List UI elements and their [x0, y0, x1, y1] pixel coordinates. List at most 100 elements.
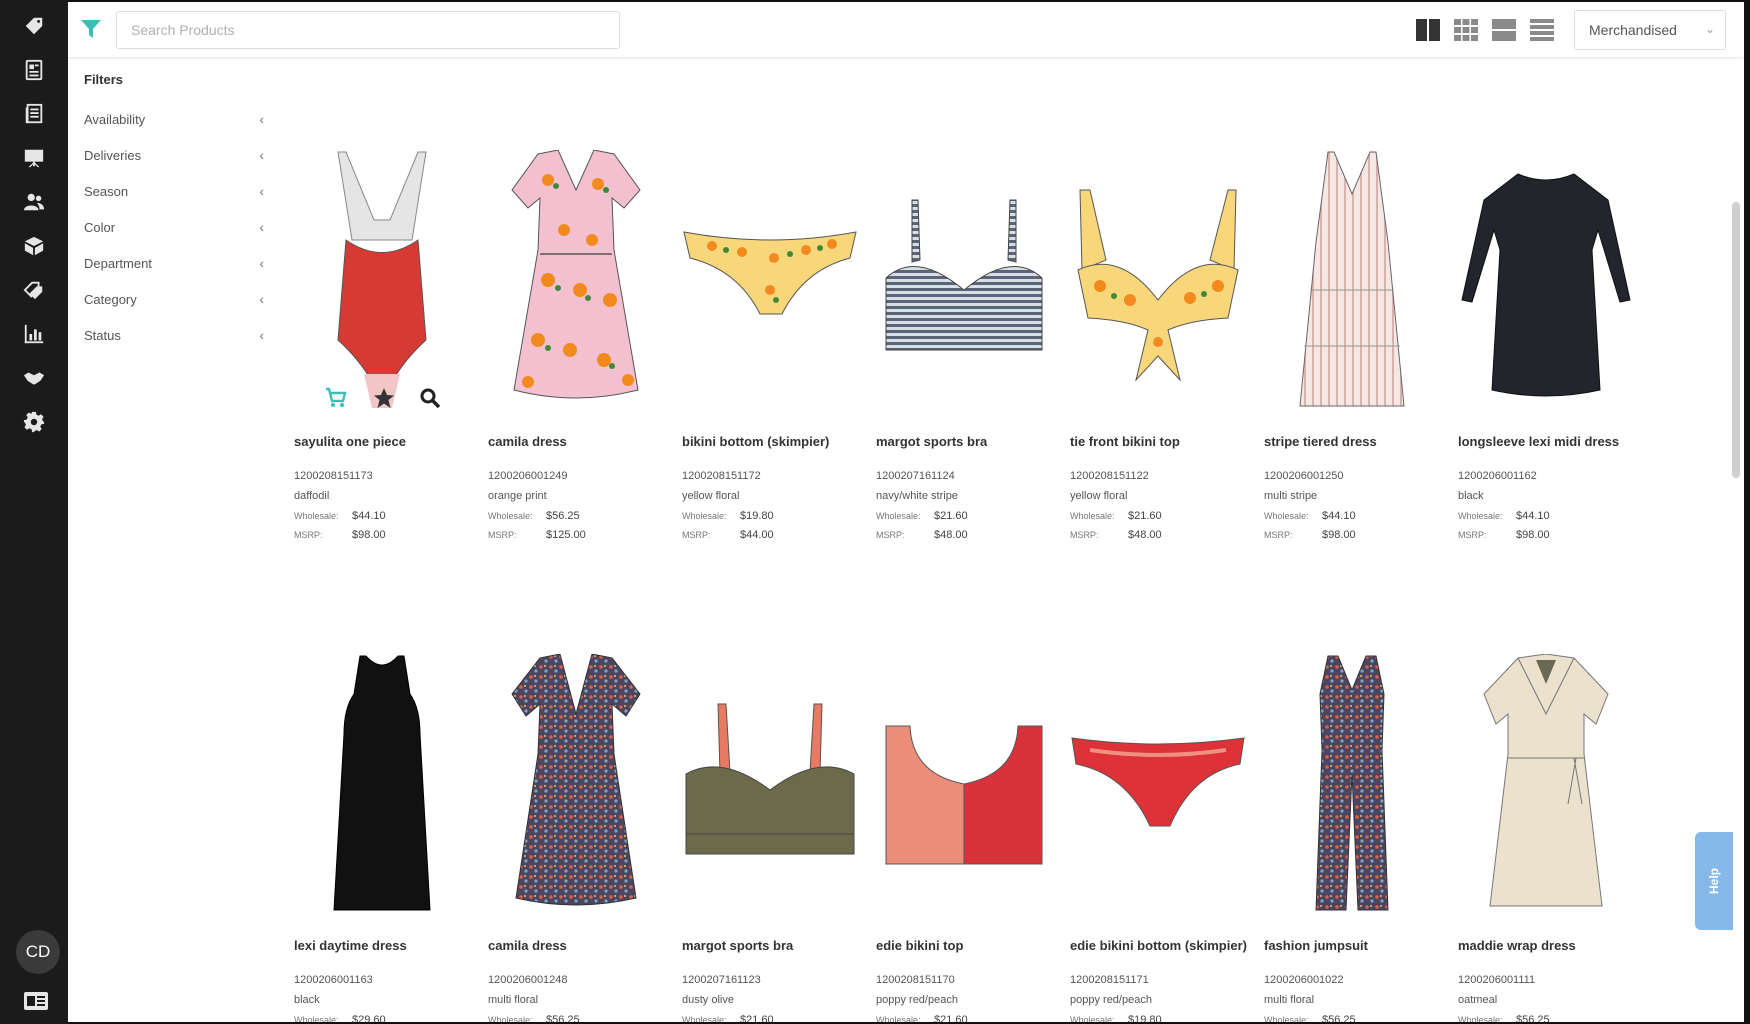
cart-icon[interactable] — [324, 386, 348, 410]
filter-icon[interactable] — [80, 18, 102, 40]
sort-value: Merchandised — [1589, 22, 1677, 38]
product-image[interactable] — [682, 654, 858, 914]
product-image[interactable] — [876, 150, 1052, 410]
product-image[interactable] — [488, 654, 664, 914]
filter-department[interactable]: Department ‹ — [84, 255, 264, 276]
product-color: yellow floral — [1070, 490, 1128, 502]
settings-icon[interactable] — [20, 408, 48, 436]
filter-status[interactable]: Status ‹ — [84, 327, 264, 348]
product-card[interactable]: edie bikini bottom (skimpier) 1200208151… — [1070, 654, 1247, 1022]
product-color: yellow floral — [682, 490, 740, 502]
msrp-price: MSRP: $125.00 — [488, 529, 586, 541]
product-image[interactable] — [1458, 150, 1634, 410]
list-view-icon[interactable] — [1492, 19, 1516, 41]
help-label: Help — [1706, 867, 1721, 895]
product-color: poppy red/peach — [876, 994, 958, 1006]
wholesale-price: Wholesale: $56.25 — [488, 510, 580, 522]
tag-icon[interactable] — [20, 12, 48, 40]
product-color: oatmeal — [1458, 994, 1498, 1006]
product-card[interactable]: longsleeve lexi midi dress 1200206001162… — [1458, 150, 1634, 541]
filter-category[interactable]: Category ‹ — [84, 291, 264, 312]
msrp-price: MSRP: $98.00 — [294, 529, 386, 541]
compact-list-view-icon[interactable] — [1530, 19, 1554, 41]
product-card[interactable]: tie front bikini top 1200208151122 yello… — [1070, 150, 1246, 541]
presentation-icon[interactable] — [20, 144, 48, 172]
filter-label: Season — [84, 184, 129, 199]
filter-label: Availability — [84, 112, 146, 127]
product-image[interactable] — [1070, 150, 1246, 410]
product-color: navy/white stripe — [876, 490, 958, 502]
small-grid-view-icon[interactable] — [1454, 19, 1478, 41]
filters-title: Filters — [84, 72, 124, 87]
linesheet-icon[interactable] — [20, 100, 48, 128]
product-color: dusty olive — [682, 994, 734, 1006]
product-image[interactable] — [294, 654, 470, 914]
handshake-icon[interactable] — [20, 364, 48, 392]
wholesale-price: Wholesale: $21.60 — [1070, 510, 1162, 522]
product-sku: 1200208151122 — [1070, 470, 1149, 482]
filter-availability[interactable]: Availability ‹ — [84, 111, 264, 132]
users-icon[interactable] — [20, 188, 48, 216]
catalog-icon[interactable] — [20, 56, 48, 84]
help-button[interactable]: Help — [1695, 832, 1733, 930]
star-icon[interactable] — [372, 386, 396, 410]
scrollbar-thumb[interactable] — [1732, 202, 1740, 478]
analytics-icon[interactable] — [20, 320, 48, 348]
msrp-price: MSRP: $98.00 — [1264, 529, 1356, 541]
wholesale-price: Wholesale: $21.60 — [876, 510, 968, 522]
product-image[interactable] — [1070, 654, 1246, 914]
product-image[interactable] — [488, 150, 664, 410]
product-card[interactable]: maddie wrap dress 1200206001111 oatmeal … — [1458, 654, 1634, 1022]
product-card[interactable]: stripe tiered dress 1200206001250 multi … — [1264, 150, 1440, 541]
product-name: stripe tiered dress — [1264, 434, 1377, 449]
wholesale-price: Wholesale: $56.25 — [488, 1014, 580, 1022]
product-card[interactable]: fashion jumpsuit 1200206001022 multi flo… — [1264, 654, 1440, 1022]
product-card[interactable]: margot sports bra 1200207161124 navy/whi… — [876, 150, 1052, 541]
product-sku: 1200206001022 — [1264, 974, 1344, 986]
filter-label: Status — [84, 328, 121, 343]
filter-color[interactable]: Color ‹ — [84, 219, 264, 240]
product-card[interactable]: lexi daytime dress 1200206001163 black W… — [294, 654, 470, 1022]
app-window: CD Merchandised ⌄ — [0, 0, 1750, 1024]
product-image[interactable] — [1264, 654, 1440, 914]
avatar[interactable]: CD — [16, 930, 60, 974]
filter-label: Department — [84, 256, 152, 271]
zoom-icon[interactable] — [418, 386, 442, 410]
product-name: margot sports bra — [876, 434, 988, 449]
wholesale-price: Wholesale: $19.80 — [682, 510, 774, 522]
product-image[interactable] — [876, 654, 1052, 914]
product-sku: 1200206001111 — [1458, 974, 1536, 986]
product-image[interactable] — [294, 150, 470, 410]
product-card[interactable]: sayulita one piece 1200208151173 daffodi… — [294, 150, 470, 541]
box-icon[interactable] — [20, 232, 48, 260]
product-color: black — [1458, 490, 1484, 502]
search-input[interactable] — [116, 11, 620, 49]
chevron-left-icon: ‹ — [259, 327, 264, 343]
product-card[interactable]: margot sports bra 1200207161123 dusty ol… — [682, 654, 858, 1022]
filter-deliveries[interactable]: Deliveries ‹ — [84, 147, 264, 168]
filter-season[interactable]: Season ‹ — [84, 183, 264, 204]
sort-dropdown[interactable]: Merchandised ⌄ — [1574, 10, 1726, 50]
tags-icon[interactable] — [20, 276, 48, 304]
product-name: bikini bottom (skimpier) — [682, 434, 830, 449]
product-name: sayulita one piece — [294, 434, 406, 449]
product-sku: 1200208151172 — [682, 470, 761, 482]
top-bar: Merchandised ⌄ — [68, 2, 1744, 58]
wholesale-price: Wholesale: $29.60 — [294, 1014, 386, 1022]
product-card[interactable]: edie bikini top 1200208151170 poppy red/… — [876, 654, 1052, 1022]
message-icon[interactable] — [24, 992, 48, 1010]
product-image[interactable] — [682, 150, 858, 410]
product-card[interactable]: camila dress 1200206001249 orange print … — [488, 150, 664, 541]
chevron-left-icon: ‹ — [259, 255, 264, 271]
product-sku: 1200206001162 — [1458, 470, 1537, 482]
filter-label: Deliveries — [84, 148, 142, 163]
product-image[interactable] — [1264, 150, 1440, 410]
chevron-down-icon: ⌄ — [1704, 22, 1715, 36]
chevron-left-icon: ‹ — [259, 219, 264, 235]
product-image[interactable] — [1458, 654, 1634, 914]
product-card[interactable]: camila dress 1200206001248 multi floral … — [488, 654, 664, 1022]
large-grid-view-icon[interactable] — [1416, 19, 1440, 41]
wholesale-price: Wholesale: $21.60 — [876, 1014, 968, 1022]
product-card[interactable]: bikini bottom (skimpier) 1200208151172 y… — [682, 150, 858, 541]
msrp-price: MSRP: $48.00 — [876, 529, 968, 541]
